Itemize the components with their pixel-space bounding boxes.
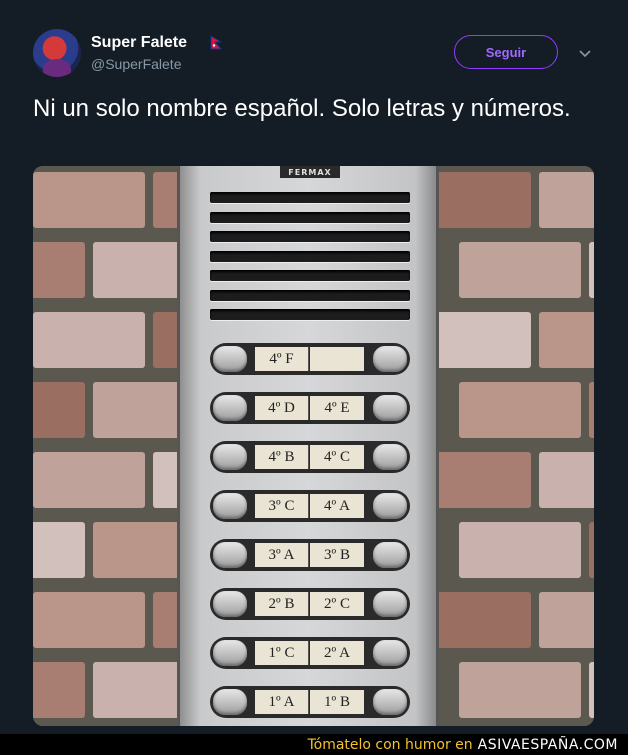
doorbell-button [373, 346, 407, 372]
apartment-label: 1º A [255, 690, 309, 714]
doorbell-row: 1º A 1º B [210, 686, 410, 718]
apartment-label: 4º C [310, 445, 364, 469]
speaker-slot [210, 231, 410, 242]
brick [33, 452, 145, 508]
nepal-flag-icon [210, 35, 222, 50]
brick [33, 592, 145, 648]
doorbell-row: 3º C 4º A [210, 490, 410, 522]
apartment-label: 2º A [310, 641, 364, 665]
brick [539, 172, 594, 228]
brick [459, 382, 581, 438]
speaker-slot [210, 211, 410, 223]
doorbell-button [373, 640, 407, 666]
doorbell-button [373, 542, 407, 568]
apartment-label: 3º C [255, 494, 309, 518]
handle[interactable]: @SuperFalete [91, 56, 181, 72]
watermark-site: ASIVAESPAÑA.COM [477, 736, 618, 753]
watermark-prefix: Tómatelo con humor en [307, 736, 473, 753]
tweet-text: Ni un solo nombre español. Solo letras y… [33, 95, 571, 122]
tweet-photo[interactable]: FERMAX 4º F 4º D 4º E 4º B 4º C 3º C 4º A 3º A3… [33, 166, 594, 726]
brick [33, 382, 85, 438]
apartment-label: 4º D [255, 396, 309, 420]
brick [539, 452, 594, 508]
watermark: Tómatelo con humor en ASIVAESPAÑA.COM [0, 734, 628, 755]
brick [539, 312, 594, 368]
follow-button[interactable]: Seguir [454, 35, 558, 69]
doorbell-row: 1º C 2º A [210, 637, 410, 669]
brick [459, 662, 581, 718]
brick [33, 662, 85, 718]
doorbell-button [373, 591, 407, 617]
speaker-slot [210, 192, 410, 203]
avatar[interactable] [33, 29, 81, 77]
apartment-label: 2º B [255, 592, 309, 616]
brick [539, 592, 594, 648]
doorbell-button [373, 395, 407, 421]
speaker-slot [210, 270, 410, 281]
apartment-label: 4º A [310, 494, 364, 518]
doorbell-button [213, 493, 247, 519]
speaker-slot [210, 289, 410, 301]
brick [33, 312, 145, 368]
doorbell-button [213, 542, 247, 568]
apartment-label: 4º E [310, 396, 364, 420]
apartment-label: 2º C [310, 592, 364, 616]
brick [33, 242, 85, 298]
doorbell-row: 3º A 3º B [210, 539, 410, 571]
chevron-down-icon[interactable] [578, 46, 592, 60]
doorbell-row: 4º B 4º C [210, 441, 410, 473]
doorbell-button [213, 640, 247, 666]
brick [459, 242, 581, 298]
doorbell-button [213, 395, 247, 421]
brick [33, 172, 145, 228]
doorbell-row: 2º B 2º C [210, 588, 410, 620]
brick [589, 382, 594, 438]
intercom-brand: FERMAX [280, 166, 340, 178]
brick [589, 242, 594, 298]
speaker-slot [210, 309, 410, 320]
intercom-panel: FERMAX 4º F 4º D 4º E 4º B 4º C 3º C 4º A 3º A3… [177, 166, 439, 726]
brick [459, 522, 581, 578]
apartment-label: 1º C [255, 641, 309, 665]
apartment-label: 3º A [255, 543, 309, 567]
doorbell-row: 4º F [210, 343, 410, 375]
doorbell-button [213, 689, 247, 715]
doorbell-button [373, 493, 407, 519]
doorbell-button [213, 444, 247, 470]
apartment-label: 4º F [255, 347, 309, 371]
apartment-label: 3º B [310, 543, 364, 567]
speaker-slot [210, 250, 410, 262]
apartment-label [310, 347, 364, 371]
doorbell-button [373, 444, 407, 470]
apartment-label: 1º B [310, 690, 364, 714]
doorbell-button [213, 346, 247, 372]
apartment-label: 4º B [255, 445, 309, 469]
doorbell-button [373, 689, 407, 715]
display-name[interactable]: Super Falete [91, 34, 187, 52]
doorbell-button [213, 591, 247, 617]
doorbell-row: 4º D 4º E [210, 392, 410, 424]
brick [589, 522, 594, 578]
brick [33, 522, 85, 578]
brick [589, 662, 594, 718]
